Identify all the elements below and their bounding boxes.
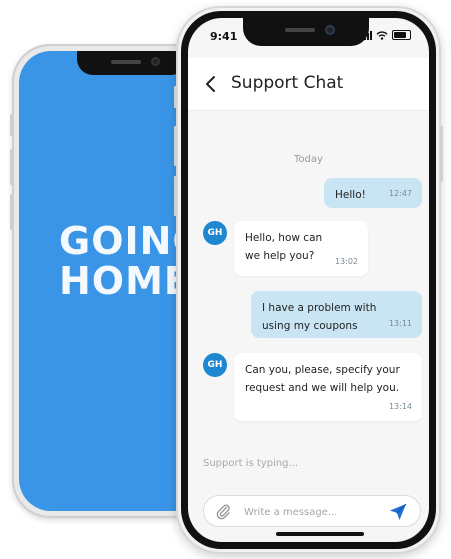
home-indicator [276, 532, 364, 536]
outgoing-message: I have a problem with using my coupons 1… [251, 291, 422, 338]
message-time: 13:02 [334, 257, 358, 266]
avatar: GH [203, 221, 227, 245]
paperclip-icon[interactable] [214, 502, 232, 520]
battery-icon [392, 30, 411, 40]
status-time: 9:41 [210, 30, 238, 43]
message-time: 13:14 [388, 402, 412, 411]
typing-indicator: Support is typing... [203, 458, 299, 469]
message-text: Hello, how can we help you? [245, 232, 323, 262]
chat-screen: 9:41 Support Chat Today Hello! 12:47 GH … [188, 18, 429, 542]
date-separator: Today [294, 154, 323, 165]
chat-header: Support Chat [188, 58, 429, 111]
message-input[interactable] [242, 503, 376, 521]
page-title: Support Chat [231, 73, 344, 93]
notch [243, 18, 369, 46]
back-arrow-icon[interactable] [202, 75, 220, 93]
message-composer [203, 495, 421, 527]
avatar: GH [203, 353, 227, 377]
message-time: 12:47 [388, 189, 412, 198]
message-time: 13:11 [388, 319, 412, 328]
background-phone-notch [77, 51, 187, 75]
message-text: Hello! [335, 189, 366, 201]
send-icon[interactable] [389, 503, 407, 521]
message-text: I have a problem with using my coupons [262, 302, 377, 332]
message-text: Can you, please, specify your request an… [245, 364, 400, 394]
wifi-icon [376, 30, 388, 40]
front-phone: 9:41 Support Chat Today Hello! 12:47 GH … [174, 6, 443, 554]
outgoing-message: Hello! 12:47 [324, 178, 422, 208]
incoming-message: Hello, how can we help you? 13:02 [234, 221, 368, 276]
incoming-message: Can you, please, specify your request an… [234, 353, 422, 421]
